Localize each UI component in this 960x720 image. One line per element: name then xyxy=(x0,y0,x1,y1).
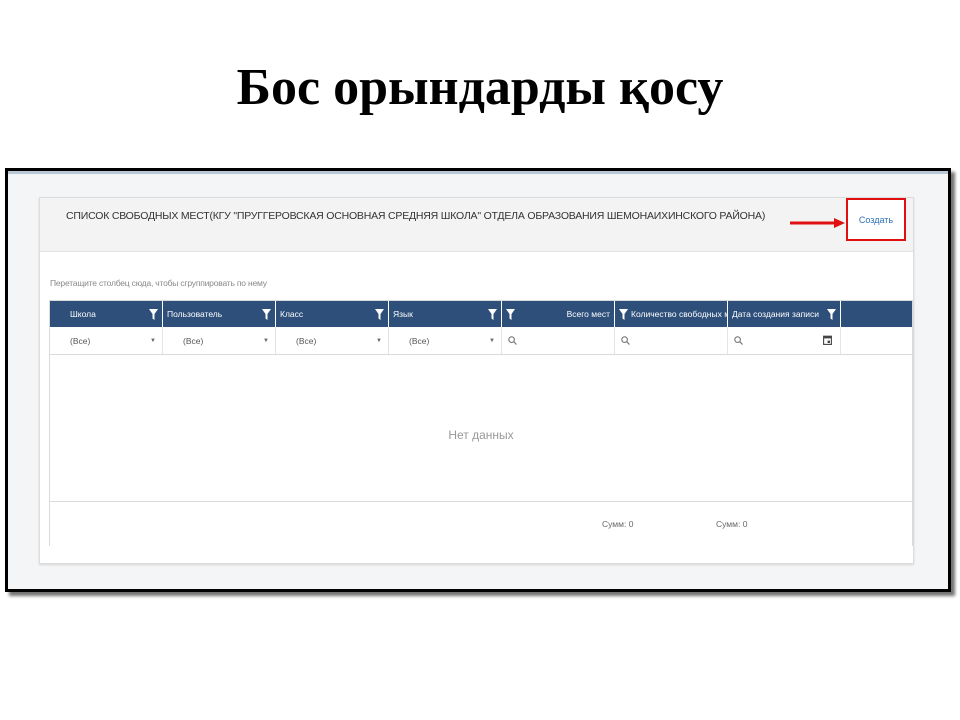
search-icon xyxy=(508,336,517,345)
screenshot-frame: СПИСОК СВОБОДНЫХ МЕСТ(КГУ "ПРУГГЕРОВСКАЯ… xyxy=(5,168,951,592)
column-header-spacer xyxy=(841,301,892,327)
column-header-school[interactable]: Школа xyxy=(50,301,163,327)
filter-class-select[interactable]: (Все) ▼ xyxy=(276,327,389,354)
column-header-user[interactable]: Пользователь xyxy=(163,301,276,327)
filter-school-select[interactable]: (Все) ▼ xyxy=(50,327,163,354)
panel-header: СПИСОК СВОБОДНЫХ МЕСТ(КГУ "ПРУГГЕРОВСКАЯ… xyxy=(40,198,913,252)
dropdown-caret-icon: ▼ xyxy=(263,337,269,344)
filter-user-select[interactable]: (Все) ▼ xyxy=(163,327,276,354)
sum-free-places: Сумм: 0 xyxy=(716,519,748,529)
filter-spacer xyxy=(841,327,892,354)
grid-summary-footer: Сумм: 0 Сумм: 0 xyxy=(50,501,912,546)
calendar-icon[interactable] xyxy=(823,335,832,345)
column-header-created-date[interactable]: Дата создания записи xyxy=(728,301,841,327)
dropdown-caret-icon: ▼ xyxy=(150,337,156,344)
top-accent-line xyxy=(8,171,948,174)
grid-filter-row: (Все) ▼ (Все) ▼ (Все) ▼ (Все) ▼ xyxy=(50,327,912,355)
slide-title: Бос орындарды қосу xyxy=(236,59,724,116)
create-button[interactable]: Создать xyxy=(859,215,893,225)
search-icon xyxy=(734,336,743,345)
free-places-grid: Школа Пользователь Класс Язык Всего мест… xyxy=(49,300,913,546)
group-panel-hint[interactable]: Перетащите столбец сюда, чтобы сгруппиро… xyxy=(50,278,267,288)
filter-funnel-icon[interactable] xyxy=(827,308,836,320)
dropdown-caret-icon: ▼ xyxy=(489,337,495,344)
no-data-message: Нет данных xyxy=(448,428,514,442)
filter-free-places-input[interactable] xyxy=(615,327,728,354)
filter-funnel-icon[interactable] xyxy=(262,308,271,320)
red-arrow-icon xyxy=(790,218,845,228)
column-header-total-places[interactable]: Всего мест xyxy=(502,301,615,327)
search-icon xyxy=(621,336,630,345)
filter-funnel-icon[interactable] xyxy=(488,308,497,320)
dropdown-caret-icon: ▼ xyxy=(376,337,382,344)
filter-funnel-icon[interactable] xyxy=(375,308,384,320)
column-header-free-places[interactable]: Количество свободных мест xyxy=(615,301,728,327)
filter-funnel-icon[interactable] xyxy=(619,308,628,320)
filter-language-select[interactable]: (Все) ▼ xyxy=(389,327,502,354)
create-highlight-box: Создать xyxy=(846,198,906,241)
column-header-language[interactable]: Язык xyxy=(389,301,502,327)
panel-title: СПИСОК СВОБОДНЫХ МЕСТ(КГУ "ПРУГГЕРОВСКАЯ… xyxy=(66,210,766,222)
filter-created-date-input[interactable] xyxy=(728,327,841,354)
filter-funnel-icon[interactable] xyxy=(149,308,158,320)
free-places-panel: СПИСОК СВОБОДНЫХ МЕСТ(КГУ "ПРУГГЕРОВСКАЯ… xyxy=(39,197,914,564)
filter-funnel-icon[interactable] xyxy=(506,308,515,320)
filter-total-places-input[interactable] xyxy=(502,327,615,354)
grid-header-row: Школа Пользователь Класс Язык Всего мест… xyxy=(50,301,912,327)
sum-total-places: Сумм: 0 xyxy=(602,519,634,529)
column-header-class[interactable]: Класс xyxy=(276,301,389,327)
